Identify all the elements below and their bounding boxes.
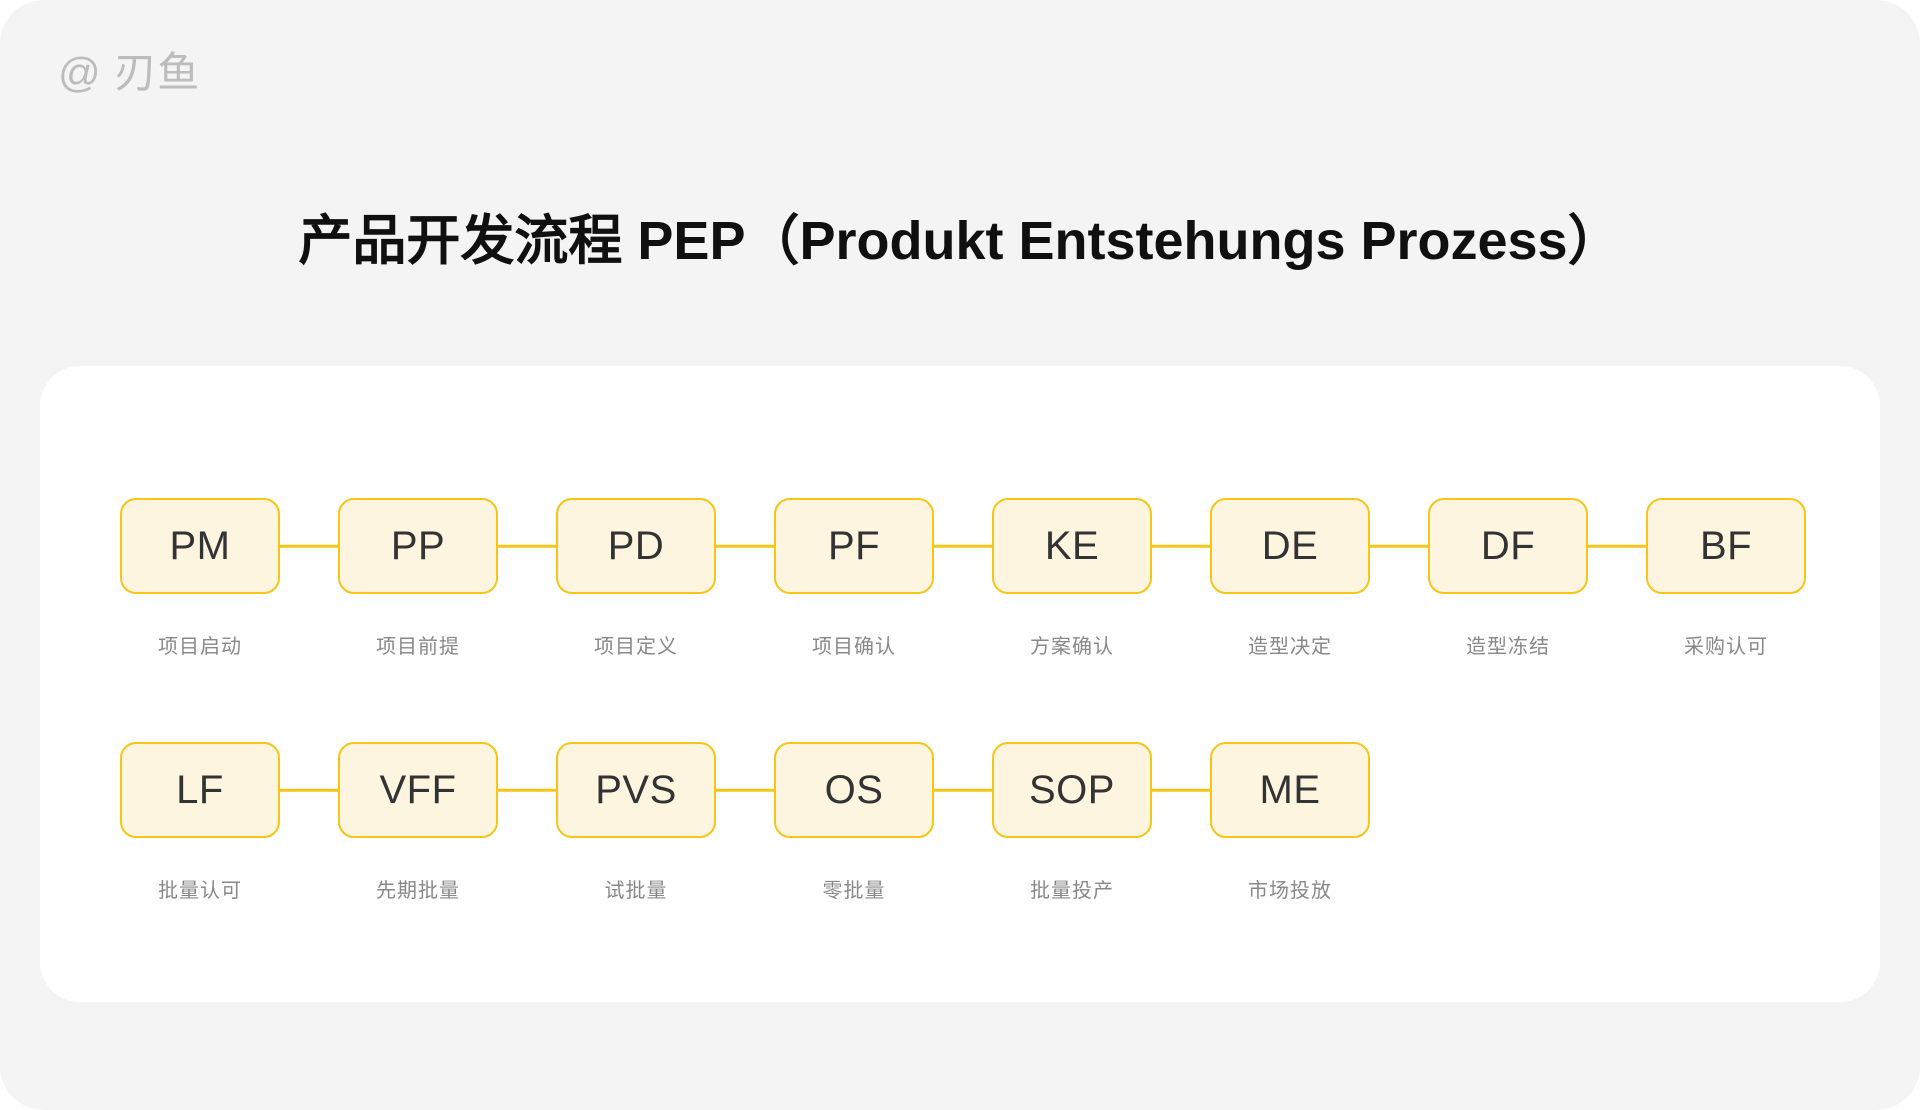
flow-node-caption: 先期批量: [376, 880, 460, 902]
flow-connector: [1152, 742, 1210, 838]
flow-node-bf[interactable]: BF 采购认可: [1646, 498, 1806, 659]
flow-node-code[interactable]: PVS: [556, 742, 716, 838]
flow-node-code[interactable]: BF: [1646, 498, 1806, 594]
flow-node-caption: 零批量: [822, 880, 886, 902]
flow-node-code[interactable]: PP: [338, 498, 498, 594]
page-title: 产品开发流程 PEP（Produkt Entstehungs Prozess）: [298, 211, 1622, 272]
flow-node-code[interactable]: LF: [120, 742, 280, 838]
flow-node-caption: 项目确认: [812, 636, 896, 658]
flow-connector: [498, 498, 556, 594]
flow-node-sop[interactable]: SOP 批量投产: [992, 742, 1152, 903]
page-root: @ 刃鱼 产品开发流程 PEP（Produkt Entstehungs Proz…: [0, 0, 1920, 1110]
flow-node-code[interactable]: ME: [1210, 742, 1370, 838]
flow-connector: [1370, 498, 1428, 594]
diagram-card: PM 项目启动 PP 项目前提 PD 项目定义 PF 项目确认 KE 方案确认 DE 造型决定 DF 造型…: [40, 366, 1880, 1002]
flow-node-caption: 造型冻结: [1466, 636, 1550, 658]
flow-node-lf[interactable]: LF 批量认可: [120, 742, 280, 903]
flow-node-caption: 项目启动: [158, 636, 242, 658]
flow-node-pf[interactable]: PF 项目确认: [774, 498, 934, 659]
flow-node-caption: 市场投放: [1248, 880, 1332, 902]
flow-connector: [280, 742, 338, 838]
flow-node-caption: 项目定义: [594, 636, 678, 658]
flow-node-code[interactable]: KE: [992, 498, 1152, 594]
flow-node-caption: 采购认可: [1684, 636, 1768, 658]
flow-node-caption: 方案确认: [1030, 636, 1114, 658]
flow-rows-container: PM 项目启动 PP 项目前提 PD 项目定义 PF 项目确认 KE 方案确认 DE 造型决定 DF 造型…: [40, 366, 1880, 1002]
flow-node-pp[interactable]: PP 项目前提: [338, 498, 498, 659]
flow-node-code[interactable]: OS: [774, 742, 934, 838]
flow-node-code[interactable]: DE: [1210, 498, 1370, 594]
flow-node-caption: 造型决定: [1248, 636, 1332, 658]
flow-connector: [1588, 498, 1646, 594]
flow-row-1: PM 项目启动 PP 项目前提 PD 项目定义 PF 项目确认 KE 方案确认 DE 造型决定 DF 造型…: [120, 498, 1806, 659]
flow-connector: [1152, 498, 1210, 594]
watermark-label: @ 刃鱼: [58, 49, 201, 96]
flow-node-me[interactable]: ME 市场投放: [1210, 742, 1370, 903]
flow-node-code[interactable]: PF: [774, 498, 934, 594]
flow-connector: [934, 498, 992, 594]
flow-node-caption: 批量投产: [1030, 880, 1114, 902]
flow-node-code[interactable]: DF: [1428, 498, 1588, 594]
flow-node-pvs[interactable]: PVS 试批量: [556, 742, 716, 903]
flow-node-code[interactable]: SOP: [992, 742, 1152, 838]
flow-node-caption: 项目前提: [376, 636, 460, 658]
flow-node-code[interactable]: PD: [556, 498, 716, 594]
flow-row-2: LF 批量认可 VFF 先期批量 PVS 试批量 OS 零批量 SOP 批量投产 ME 市场投放: [120, 742, 1370, 903]
flow-node-caption: 试批量: [604, 880, 668, 902]
flow-node-ke[interactable]: KE 方案确认: [992, 498, 1152, 659]
flow-connector: [716, 742, 774, 838]
flow-node-code[interactable]: VFF: [338, 742, 498, 838]
flow-connector: [280, 498, 338, 594]
flow-node-os[interactable]: OS 零批量: [774, 742, 934, 903]
flow-node-vff[interactable]: VFF 先期批量: [338, 742, 498, 903]
flow-node-code[interactable]: PM: [120, 498, 280, 594]
flow-connector: [716, 498, 774, 594]
flow-node-caption: 批量认可: [158, 880, 242, 902]
flow-connector: [934, 742, 992, 838]
flow-connector: [498, 742, 556, 838]
flow-node-pd[interactable]: PD 项目定义: [556, 498, 716, 659]
flow-node-de[interactable]: DE 造型决定: [1210, 498, 1370, 659]
flow-node-df[interactable]: DF 造型冻结: [1428, 498, 1588, 659]
flow-node-pm[interactable]: PM 项目启动: [120, 498, 280, 659]
